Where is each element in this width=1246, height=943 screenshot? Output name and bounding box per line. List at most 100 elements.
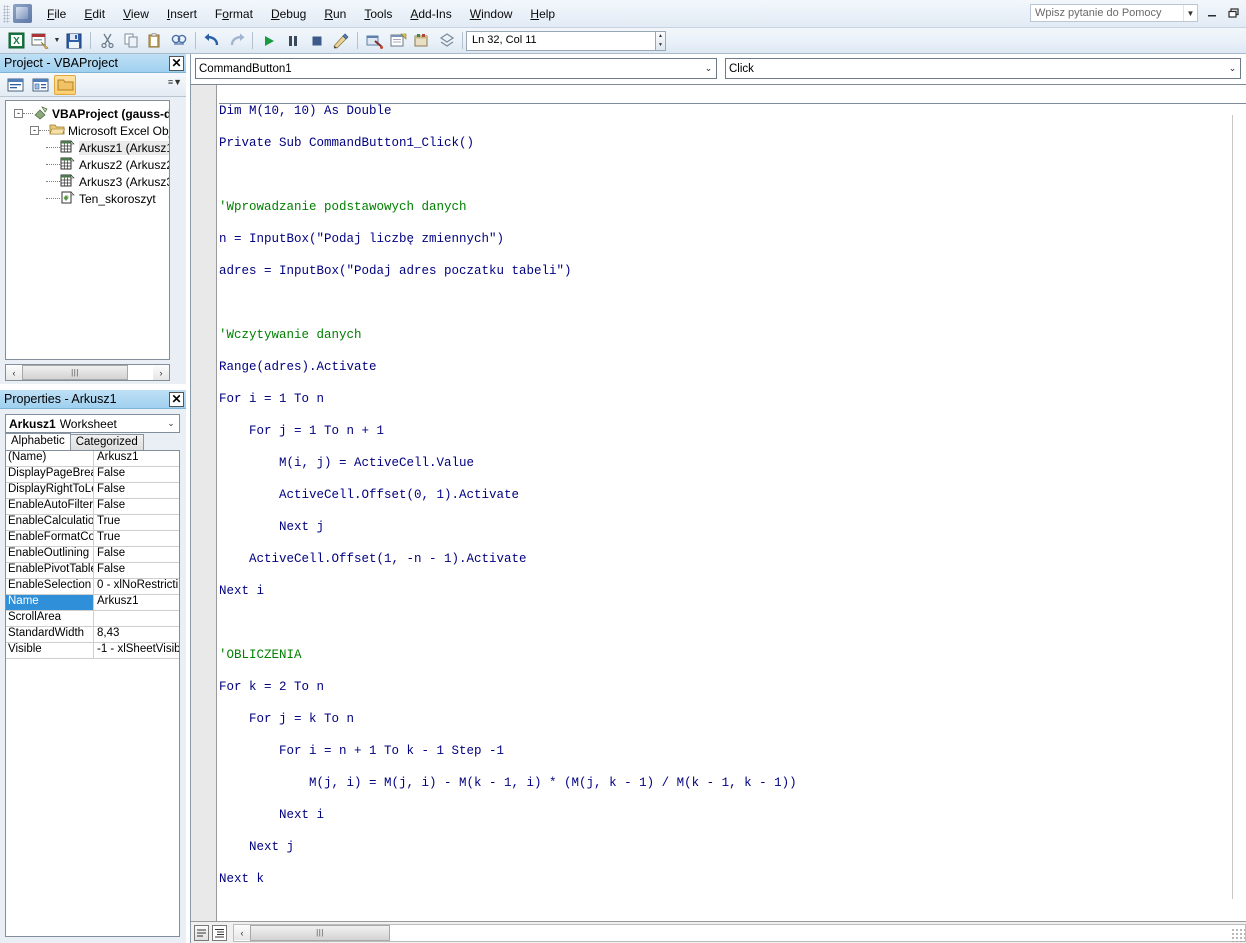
break-icon[interactable]: [282, 30, 304, 52]
vba-app-icon[interactable]: [13, 4, 32, 23]
property-row[interactable]: EnableFormatCon True: [6, 531, 179, 547]
hscroll-thumb[interactable]: |||: [22, 365, 128, 380]
properties-grid[interactable]: (Name) Arkusz1 DisplayPageBreak False Di…: [5, 450, 180, 937]
menu-item-window[interactable]: Window: [461, 4, 522, 24]
property-value[interactable]: Arkusz1: [94, 595, 179, 610]
property-value[interactable]: True: [94, 515, 179, 530]
property-value[interactable]: -1 - xlSheetVisib: [94, 643, 179, 658]
tree-item-arkusz1[interactable]: Arkusz1 (Arkusz1): [6, 139, 169, 156]
project-explorer-icon[interactable]: [363, 30, 385, 52]
property-row[interactable]: EnableCalculation True: [6, 515, 179, 531]
reset-icon[interactable]: [306, 30, 328, 52]
menu-item-file[interactable]: File: [38, 4, 75, 24]
excel-view-icon[interactable]: X: [5, 30, 27, 52]
collapse-icon[interactable]: -: [30, 126, 39, 135]
chevron-down-icon[interactable]: ⌄: [701, 63, 716, 74]
menu-item-tools[interactable]: Tools: [355, 4, 401, 24]
position-spinner[interactable]: ▲ ▼: [655, 31, 666, 51]
property-value[interactable]: False: [94, 467, 179, 482]
scroll-left-button[interactable]: ‹: [234, 925, 250, 940]
property-row[interactable]: DisplayRightToLef False: [6, 483, 179, 499]
properties-titlebar[interactable]: Properties - Arkusz1 ✕: [0, 390, 186, 409]
property-row[interactable]: Visible -1 - xlSheetVisib: [6, 643, 179, 659]
full-module-view-icon[interactable]: [212, 924, 227, 941]
property-row[interactable]: ScrollArea: [6, 611, 179, 627]
view-object-icon[interactable]: [29, 75, 51, 95]
toggle-folders-icon[interactable]: [54, 74, 76, 95]
code-horizontal-scrollbar[interactable]: ‹ |||: [233, 923, 1246, 942]
object-combo[interactable]: CommandButton1 ⌄: [195, 58, 717, 79]
property-value[interactable]: False: [94, 483, 179, 498]
code-text-body[interactable]: Dim M(10, 10) As Double Private Sub Comm…: [219, 85, 1232, 921]
hscroll-thumb[interactable]: |||: [250, 924, 390, 941]
hscroll-track[interactable]: [128, 365, 153, 380]
restore-button[interactable]: [1225, 6, 1241, 20]
project-tree[interactable]: - VBAProject (gauss-dem -: [5, 100, 170, 360]
resize-grip[interactable]: [1231, 928, 1245, 942]
property-value[interactable]: 8,43: [94, 627, 179, 642]
menu-item-view[interactable]: View: [114, 4, 158, 24]
toolbox-icon[interactable]: [435, 30, 457, 52]
chevron-down-icon[interactable]: ⌄: [163, 418, 179, 429]
property-row-selected[interactable]: Name Arkusz1: [6, 595, 179, 611]
save-icon[interactable]: [63, 30, 85, 52]
property-value[interactable]: Arkusz1: [94, 451, 179, 466]
chevron-down-icon[interactable]: ▼: [52, 31, 62, 51]
minimize-button[interactable]: [1204, 6, 1220, 20]
collapse-icon[interactable]: -: [14, 109, 23, 118]
code-vertical-scrollbar[interactable]: [1232, 115, 1246, 899]
tree-item-arkusz3[interactable]: Arkusz3 (Arkusz3): [6, 173, 169, 190]
chevron-down-icon[interactable]: ▼: [1183, 5, 1197, 21]
procedure-view-icon[interactable]: [194, 924, 209, 941]
close-icon[interactable]: ✕: [169, 391, 184, 407]
design-mode-icon[interactable]: [330, 30, 352, 52]
property-value[interactable]: True: [94, 531, 179, 546]
property-row[interactable]: EnableOutlining False: [6, 547, 179, 563]
close-icon[interactable]: ✕: [169, 55, 184, 71]
property-row[interactable]: EnablePivotTable False: [6, 563, 179, 579]
toolbar-overflow-icon[interactable]: ≡▼: [168, 77, 182, 87]
tab-alphabetic[interactable]: Alphabetic: [5, 433, 71, 450]
help-search-input[interactable]: Wpisz pytanie do Pomocy: [1031, 7, 1183, 19]
menu-item-insert[interactable]: Insert: [158, 4, 206, 24]
copy-icon[interactable]: [120, 30, 142, 52]
menu-grip[interactable]: [3, 4, 10, 23]
menu-item-run[interactable]: Run: [315, 4, 355, 24]
property-row[interactable]: EnableAutoFilter False: [6, 499, 179, 515]
scroll-left-button[interactable]: ‹: [6, 365, 22, 380]
tree-item-vbaproject[interactable]: - VBAProject (gauss-dem: [6, 105, 169, 122]
menu-item-help[interactable]: Help: [521, 4, 564, 24]
undo-icon[interactable]: [201, 30, 223, 52]
property-value[interactable]: False: [94, 499, 179, 514]
properties-window-icon[interactable]: [387, 30, 409, 52]
tab-categorized[interactable]: Categorized: [69, 434, 144, 450]
scroll-right-button[interactable]: ›: [153, 365, 169, 380]
menu-item-addins[interactable]: Add-Ins: [401, 4, 460, 24]
find-icon[interactable]: [168, 30, 190, 52]
code-margin-indicator-bar[interactable]: [191, 85, 217, 921]
view-code-icon[interactable]: [4, 75, 26, 95]
tree-item-excel-objects[interactable]: - Microsoft Excel Objects: [6, 122, 169, 139]
property-row[interactable]: (Name) Arkusz1: [6, 451, 179, 467]
procedure-combo[interactable]: Click ⌄: [725, 58, 1241, 79]
tree-item-ten-skoroszyt[interactable]: Ten_skoroszyt: [6, 190, 169, 207]
property-value[interactable]: False: [94, 547, 179, 562]
properties-object-combo[interactable]: Arkusz1 Worksheet ⌄: [5, 414, 180, 433]
code-editor[interactable]: Dim M(10, 10) As Double Private Sub Comm…: [191, 84, 1246, 921]
tree-item-arkusz2[interactable]: Arkusz2 (Arkusz2): [6, 156, 169, 173]
run-icon[interactable]: [258, 30, 280, 52]
object-browser-icon[interactable]: [411, 30, 433, 52]
property-row[interactable]: StandardWidth 8,43: [6, 627, 179, 643]
property-value[interactable]: 0 - xlNoRestricti: [94, 579, 179, 594]
project-explorer-titlebar[interactable]: Project - VBAProject ✕: [0, 54, 186, 73]
project-tree-hscrollbar[interactable]: ‹ ||| ›: [5, 364, 170, 381]
menu-item-format[interactable]: Format: [206, 4, 262, 24]
property-row[interactable]: DisplayPageBreak False: [6, 467, 179, 483]
property-value[interactable]: False: [94, 563, 179, 578]
property-row[interactable]: EnableSelection 0 - xlNoRestricti: [6, 579, 179, 595]
help-search-box[interactable]: Wpisz pytanie do Pomocy ▼: [1030, 4, 1198, 22]
redo-icon[interactable]: [225, 30, 247, 52]
chevron-down-icon[interactable]: ⌄: [1225, 63, 1240, 74]
userform-icon[interactable]: [29, 30, 51, 52]
cut-icon[interactable]: [96, 30, 118, 52]
